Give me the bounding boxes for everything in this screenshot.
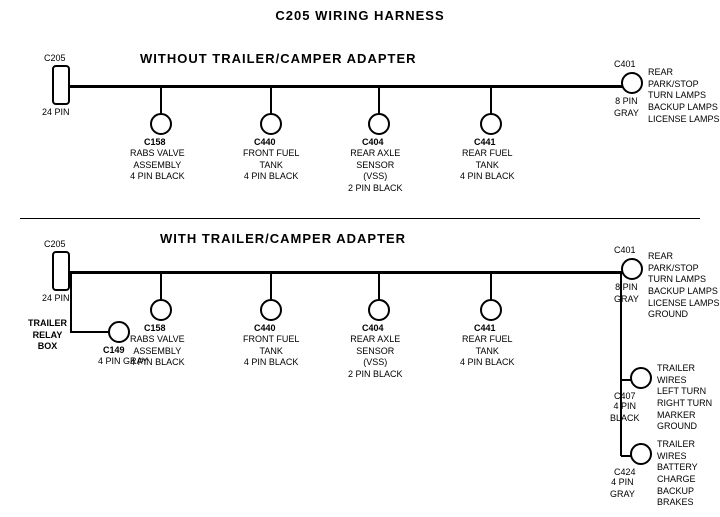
top-c440-connector bbox=[260, 113, 282, 135]
top-c404-id: C404 bbox=[362, 137, 384, 149]
bottom-c401-sub: 8 PINGRAY bbox=[614, 282, 639, 305]
bottom-c205-connector bbox=[52, 251, 70, 291]
bottom-c440-label: FRONT FUELTANK4 PIN BLACK bbox=[243, 334, 299, 369]
top-c404-vline bbox=[378, 86, 380, 116]
bottom-section-label: WITH TRAILER/CAMPER ADAPTER bbox=[160, 231, 406, 246]
bottom-c407-sub: 4 PINBLACK bbox=[610, 401, 640, 424]
top-c440-vline bbox=[270, 86, 272, 116]
bottom-c404-id: C404 bbox=[362, 323, 384, 335]
bottom-c441-connector bbox=[480, 299, 502, 321]
top-c205-connector bbox=[52, 65, 70, 105]
top-c205-sub: 24 PIN bbox=[42, 107, 70, 119]
top-section-label: WITHOUT TRAILER/CAMPER ADAPTER bbox=[140, 51, 417, 66]
bottom-c205-sub: 24 PIN bbox=[42, 293, 70, 305]
bottom-c401-desc: REAR PARK/STOPTURN LAMPSBACKUP LAMPSLICE… bbox=[648, 251, 720, 321]
bottom-right-vline bbox=[620, 271, 622, 456]
bottom-c158-label: RABS VALVEASSEMBLY4 PIN BLACK bbox=[130, 334, 185, 369]
top-c401-desc: REAR PARK/STOPTURN LAMPSBACKUP LAMPSLICE… bbox=[648, 67, 720, 125]
bottom-c401-id: C401 bbox=[614, 245, 636, 257]
bottom-c441-id: C441 bbox=[474, 323, 496, 335]
bottom-c158-vline bbox=[160, 272, 162, 302]
top-c404-connector bbox=[368, 113, 390, 135]
top-c158-label: RABS VALVEASSEMBLY4 PIN BLACK bbox=[130, 148, 185, 183]
bottom-c441-vline bbox=[490, 272, 492, 302]
bottom-c407-connector bbox=[630, 367, 652, 389]
top-c440-label: FRONT FUELTANK4 PIN BLACK bbox=[243, 148, 299, 183]
bottom-c158-connector bbox=[150, 299, 172, 321]
bottom-c407-desc: TRAILER WIRESLEFT TURNRIGHT TURNMARKERGR… bbox=[657, 363, 720, 433]
top-c158-id: C158 bbox=[144, 137, 166, 149]
diagram-area: WITHOUT TRAILER/CAMPER ADAPTER C205 24 P… bbox=[0, 23, 720, 513]
top-c401-id: C401 bbox=[614, 59, 636, 71]
top-c158-vline bbox=[160, 86, 162, 116]
bottom-c404-vline bbox=[378, 272, 380, 302]
top-c441-label: REAR FUELTANK4 PIN BLACK bbox=[460, 148, 515, 183]
divider bbox=[20, 218, 700, 219]
bottom-c440-vline bbox=[270, 272, 272, 302]
bottom-c205-id: C205 bbox=[44, 239, 66, 251]
top-c404-label: REAR AXLESENSOR(VSS)2 PIN BLACK bbox=[348, 148, 403, 195]
bottom-c404-label: REAR AXLESENSOR(VSS)2 PIN BLACK bbox=[348, 334, 403, 381]
bottom-c440-connector bbox=[260, 299, 282, 321]
bottom-c424-sub: 4 PINGRAY bbox=[610, 477, 635, 500]
bottom-c441-label: REAR FUELTANK4 PIN BLACK bbox=[460, 334, 515, 369]
top-c401-connector bbox=[621, 72, 643, 94]
bottom-main-hline bbox=[68, 271, 630, 274]
top-c441-vline bbox=[490, 86, 492, 116]
top-c205-id: C205 bbox=[44, 53, 66, 65]
top-c401-sub: 8 PINGRAY bbox=[614, 96, 639, 119]
page-title: C205 WIRING HARNESS bbox=[0, 0, 720, 23]
bottom-c404-connector bbox=[368, 299, 390, 321]
bottom-c158-id: C158 bbox=[144, 323, 166, 335]
bottom-c424-connector bbox=[630, 443, 652, 465]
bottom-c149-connector bbox=[108, 321, 130, 343]
bottom-c424-desc: TRAILER WIRESBATTERY CHARGEBACKUPBRAKES bbox=[657, 439, 720, 509]
trailer-relay-label: TRAILERRELAYBOX bbox=[28, 318, 67, 353]
bottom-c149-vline-main bbox=[70, 272, 72, 332]
top-c158-connector bbox=[150, 113, 172, 135]
bottom-c440-id: C440 bbox=[254, 323, 276, 335]
bottom-c401-connector bbox=[621, 258, 643, 280]
bottom-c149-id: C149 bbox=[103, 345, 125, 357]
top-c441-id: C441 bbox=[474, 137, 496, 149]
top-c441-connector bbox=[480, 113, 502, 135]
top-main-hline bbox=[68, 85, 630, 88]
top-c440-id: C440 bbox=[254, 137, 276, 149]
